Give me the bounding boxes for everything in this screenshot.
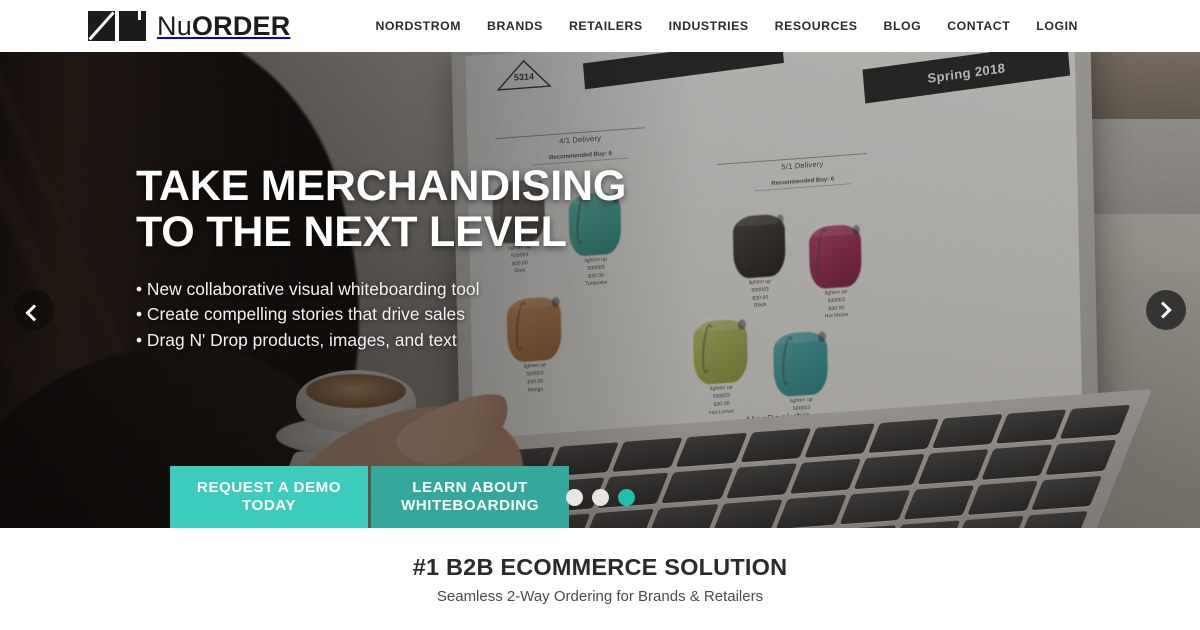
nuorder-square-mark-icon bbox=[88, 11, 146, 41]
nav-item-resources[interactable]: RESOURCES bbox=[775, 19, 858, 33]
brand-wordmark: NuORDER bbox=[157, 10, 291, 41]
chevron-left-icon bbox=[25, 304, 43, 322]
brand-wordmark-suffix: ORDER bbox=[191, 10, 291, 41]
hero-headline: TAKE MERCHANDISING TO THE NEXT LEVEL bbox=[136, 162, 627, 256]
carousel-dot-3[interactable] bbox=[617, 489, 635, 506]
nav-item-retailers[interactable]: RETAILERS bbox=[569, 19, 643, 33]
nav-item-login[interactable]: LOGIN bbox=[1036, 19, 1078, 33]
solution-section: #1 B2B ECOMMERCE SOLUTION Seamless 2-Way… bbox=[0, 528, 1200, 630]
carousel-dots bbox=[0, 489, 1200, 506]
main-navigation: NORDSTROM BRANDS RETAILERS INDUSTRIES RE… bbox=[375, 19, 1174, 33]
nav-item-brands[interactable]: BRANDS bbox=[487, 19, 543, 33]
hero-bullet-1: New collaborative visual whiteboarding t… bbox=[136, 277, 696, 302]
section-title: #1 B2B ECOMMERCE SOLUTION bbox=[412, 554, 788, 580]
hero-copy-block: TAKE MERCHANDISING TO THE NEXT LEVEL New… bbox=[136, 162, 696, 353]
brand-wordmark-prefix: Nu bbox=[157, 10, 192, 41]
nav-item-nordstrom[interactable]: NORDSTROM bbox=[375, 19, 461, 33]
site-header: NuORDER NORDSTROM BRANDS RETAILERS INDUS… bbox=[0, 0, 1200, 52]
section-subtitle: Seamless 2-Way Ordering for Brands & Ret… bbox=[436, 588, 764, 605]
nav-item-industries[interactable]: INDUSTRIES bbox=[669, 19, 749, 33]
hero-bullet-3: Drag N' Drop products, images, and text bbox=[136, 328, 696, 353]
carousel-prev-button[interactable] bbox=[14, 290, 54, 330]
carousel-dot-1[interactable] bbox=[565, 489, 583, 506]
chevron-right-icon bbox=[1154, 301, 1172, 319]
brand-logo[interactable]: NuORDER bbox=[88, 11, 290, 41]
carousel-next-button[interactable] bbox=[1146, 290, 1186, 330]
hero-carousel: 5314 Spring 2018 4/1 Delivery Recommende… bbox=[0, 52, 1200, 528]
hero-bullet-2: Create compelling stories that drive sal… bbox=[136, 302, 696, 327]
hero-feature-list: New collaborative visual whiteboarding t… bbox=[136, 277, 696, 353]
carousel-dot-2[interactable] bbox=[591, 489, 609, 506]
nav-item-contact[interactable]: CONTACT bbox=[947, 19, 1010, 33]
nav-item-blog[interactable]: BLOG bbox=[884, 19, 922, 33]
